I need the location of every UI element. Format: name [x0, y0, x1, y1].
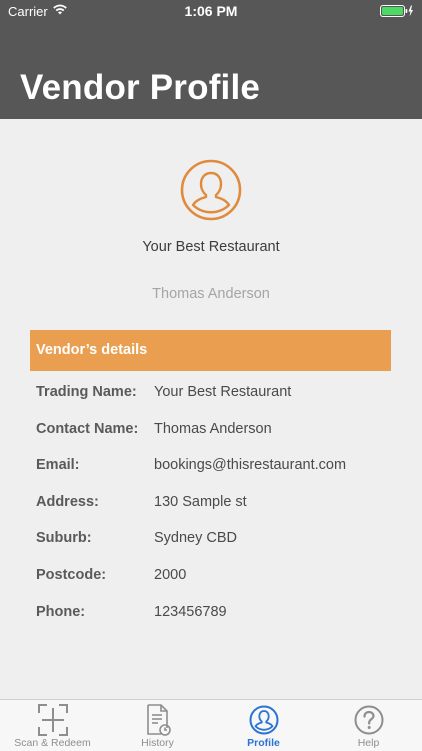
detail-label: Phone:: [36, 604, 86, 620]
battery-charging-icon: [380, 5, 414, 20]
detail-row-address: Address: 130 Sample st: [36, 494, 416, 514]
detail-row-suburb: Suburb: Sydney CBD: [36, 530, 416, 550]
detail-value: Your Best Restaurant: [154, 384, 292, 400]
detail-label: Email:: [36, 457, 80, 473]
tab-bar: Scan & Redeem History Profile Help: [0, 699, 422, 751]
detail-label: Trading Name:: [36, 384, 137, 400]
tab-label: Help: [357, 737, 380, 749]
page-title: Vendor Profile: [20, 68, 261, 107]
tab-label: History: [141, 737, 174, 749]
status-time: 1:06 PM: [184, 3, 238, 19]
nav-header: Carrier 1:06 PM Vendor Profile: [0, 0, 422, 119]
detail-label: Contact Name:: [36, 421, 139, 437]
scan-icon: [38, 704, 68, 736]
document-clock-icon: [147, 704, 171, 736]
detail-label: Postcode:: [36, 567, 107, 583]
avatar-icon: [180, 159, 242, 226]
help-icon: [354, 705, 384, 735]
detail-value: 123456789: [154, 604, 227, 620]
detail-row-phone: Phone: 123456789: [36, 604, 416, 624]
detail-value: 2000: [154, 567, 187, 583]
detail-row-contact-name: Contact Name: Thomas Anderson: [36, 421, 416, 441]
detail-value: bookings@thisrestaurant.com: [154, 457, 347, 473]
detail-value: Sydney CBD: [154, 530, 238, 546]
tab-profile[interactable]: Profile: [211, 700, 316, 751]
vendor-name: Your Best Restaurant: [142, 239, 280, 255]
detail-label: Suburb:: [36, 530, 92, 546]
detail-row-trading-name: Trading Name: Your Best Restaurant: [36, 384, 416, 404]
tab-scan-redeem[interactable]: Scan & Redeem: [0, 700, 105, 751]
tab-label: Profile: [247, 737, 280, 749]
detail-value: 130 Sample st: [154, 494, 247, 510]
contact-person-name: Thomas Anderson: [152, 286, 270, 302]
tab-history[interactable]: History: [105, 700, 210, 751]
tab-label: Scan & Redeem: [14, 737, 91, 749]
vendor-details-header: Vendor’s details: [30, 330, 391, 371]
profile-content: Your Best Restaurant Thomas Anderson Ven…: [0, 119, 422, 699]
user-circle-icon: [249, 705, 279, 735]
tab-help[interactable]: Help: [316, 700, 421, 751]
detail-row-postcode: Postcode: 2000: [36, 567, 416, 587]
detail-row-email: Email: bookings@thisrestaurant.com: [36, 457, 416, 477]
status-bar: Carrier 1:06 PM: [0, 0, 422, 22]
detail-value: Thomas Anderson: [154, 421, 272, 437]
detail-label: Address:: [36, 494, 99, 510]
